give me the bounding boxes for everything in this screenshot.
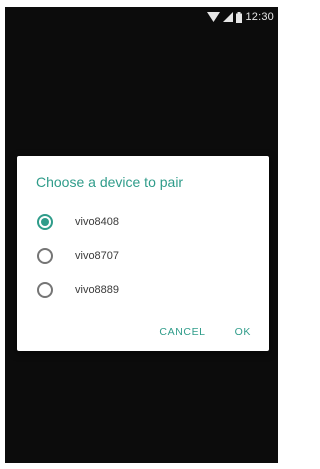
signal-icon	[223, 12, 234, 22]
device-option[interactable]: vivo8889	[17, 273, 269, 307]
status-bar: 12:30	[5, 7, 278, 27]
dialog-title: Choose a device to pair	[36, 174, 184, 190]
radio-button-unchecked[interactable]	[37, 248, 53, 264]
device-options-list: vivo8408 vivo8707 vivo8889	[17, 205, 269, 307]
device-option[interactable]: vivo8707	[17, 239, 269, 273]
battery-icon	[236, 11, 243, 23]
pair-device-dialog: Choose a device to pair vivo8408 vivo870…	[17, 156, 269, 351]
ok-button[interactable]: OK	[235, 326, 251, 338]
dialog-actions: CANCEL OK	[159, 323, 269, 341]
radio-button-unchecked[interactable]	[37, 282, 53, 298]
device-option-label: vivo8408	[75, 216, 120, 228]
device-option-label: vivo8889	[75, 284, 120, 296]
device-option[interactable]: vivo8408	[17, 205, 269, 239]
status-time: 12:30	[245, 11, 274, 23]
wifi-icon	[207, 12, 221, 22]
status-icons: 12:30	[207, 10, 274, 24]
radio-button-checked[interactable]	[37, 214, 53, 230]
cancel-button[interactable]: CANCEL	[159, 326, 205, 338]
phone-screen: 12:30 Choose a device to pair vivo8408 v…	[5, 7, 278, 463]
device-option-label: vivo8707	[75, 250, 120, 262]
